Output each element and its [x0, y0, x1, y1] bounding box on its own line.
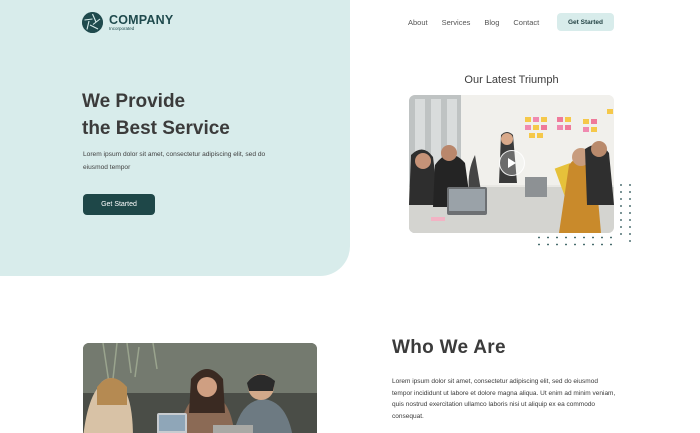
- company-logo[interactable]: COMPANY Incorporated: [82, 12, 173, 33]
- triumph-title: Our Latest Triumph: [464, 74, 559, 86]
- decorative-dot-grid-horizontal: [538, 236, 612, 246]
- nav-link-contact[interactable]: Contact: [513, 18, 539, 27]
- who-we-are-title: Who We Are: [392, 337, 506, 358]
- brand-name: COMPANY: [109, 12, 174, 27]
- team-photo: [83, 343, 317, 433]
- hero-description: Lorem ipsum dolor sit amet, consectetur …: [83, 151, 266, 171]
- brand-tagline: Incorporated: [109, 26, 135, 31]
- hero-title-line-2: the Best Service: [82, 118, 230, 139]
- nav-link-services[interactable]: Services: [442, 18, 471, 27]
- play-icon: [508, 158, 516, 168]
- nav-get-started-button[interactable]: Get Started: [557, 13, 614, 31]
- nav-link-about[interactable]: About: [408, 18, 428, 27]
- aperture-logo-icon: [82, 12, 103, 33]
- hero-get-started-button[interactable]: Get Started: [83, 194, 155, 215]
- nav-link-blog[interactable]: Blog: [484, 18, 499, 27]
- main-nav: About Services Blog Contact: [408, 13, 553, 31]
- hero-title: We Provide the Best Service: [82, 88, 322, 142]
- who-we-are-description: Lorem ipsum dolor sit amet, consectetur …: [392, 378, 616, 420]
- hero-title-line-1: We Provide: [82, 91, 186, 112]
- decorative-dot-grid-vertical: [620, 184, 631, 242]
- play-button[interactable]: [499, 150, 525, 176]
